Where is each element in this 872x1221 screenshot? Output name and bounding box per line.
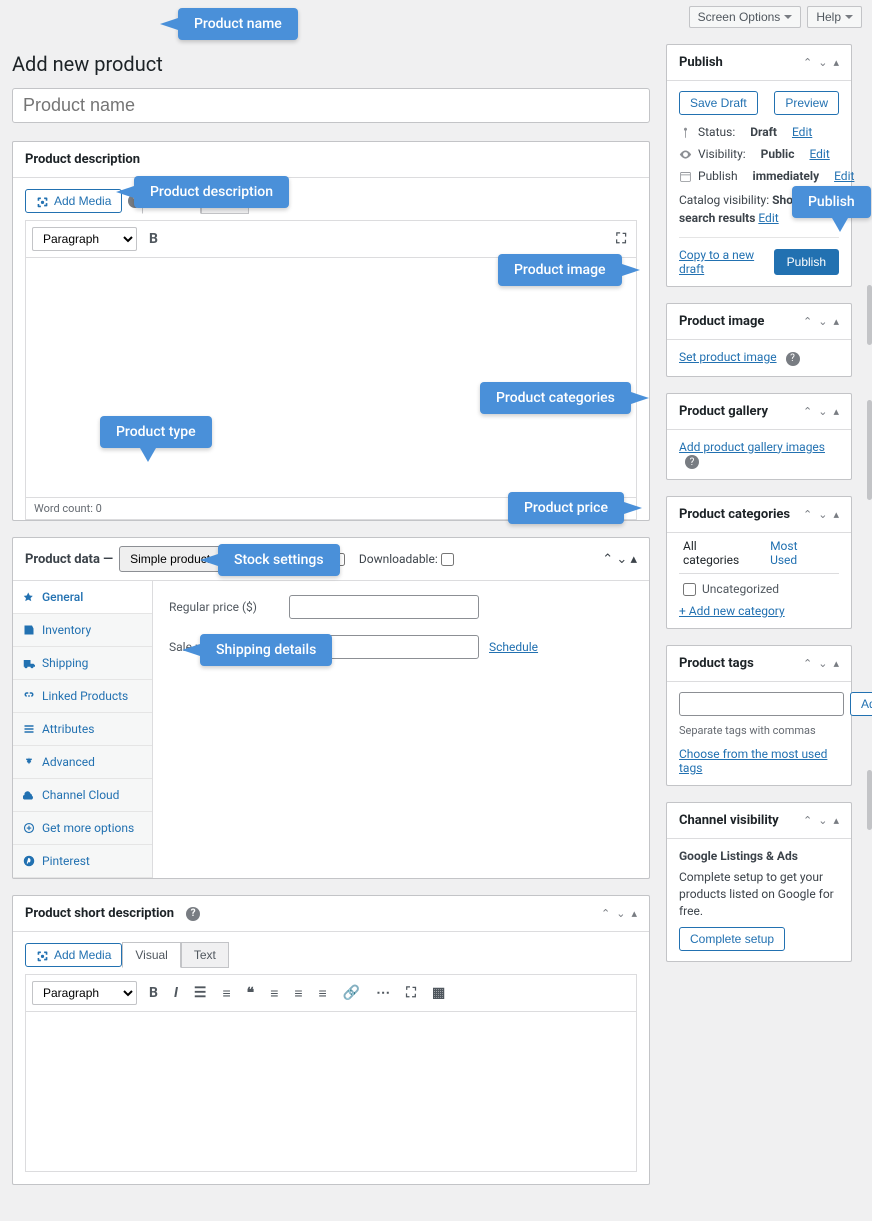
tags-title: Product tags: [679, 656, 754, 671]
choose-tags-link[interactable]: Choose from the most used tags: [679, 747, 827, 775]
visual-tab-short[interactable]: Visual: [122, 942, 180, 968]
list-icon[interactable]: ☰: [190, 983, 211, 1003]
tab-channel-cloud[interactable]: Channel Cloud: [13, 779, 152, 812]
downloadable-checkbox[interactable]: [441, 553, 454, 566]
tag-input[interactable]: [679, 692, 844, 716]
help-icon[interactable]: ?: [786, 352, 800, 366]
tag-hint: Separate tags with commas: [679, 724, 839, 737]
panel-controls[interactable]: ⌃⌄▴: [803, 657, 839, 670]
scrollbar[interactable]: [867, 770, 872, 830]
edit-catalog-link[interactable]: Edit: [758, 211, 778, 225]
help-icon[interactable]: ?: [128, 194, 142, 208]
panel-controls[interactable]: ⌃⌄▴: [803, 814, 839, 827]
bold-icon[interactable]: B: [145, 983, 162, 1003]
channel-text: Complete setup to get your products list…: [679, 869, 839, 919]
category-uncategorized[interactable]: Uncategorized: [683, 582, 835, 596]
image-title: Product image: [679, 314, 764, 329]
help-icon[interactable]: ?: [685, 455, 699, 469]
sale-price-input[interactable]: [289, 635, 479, 659]
publish-title: Publish: [679, 55, 723, 70]
add-gallery-link[interactable]: Add product gallery images: [679, 440, 825, 454]
product-type-select[interactable]: Simple product: [119, 546, 259, 572]
edit-status-link[interactable]: Edit: [792, 125, 812, 139]
align-right-icon[interactable]: ≡: [315, 983, 331, 1004]
scrollbar[interactable]: [867, 285, 872, 345]
scrollbar[interactable]: [867, 400, 872, 500]
fullscreen-icon[interactable]: ⛶: [402, 983, 420, 1003]
set-product-image-link[interactable]: Set product image: [679, 350, 777, 364]
toolbar-toggle-icon[interactable]: ▦: [428, 983, 449, 1003]
paragraph-select-short[interactable]: Paragraph: [32, 981, 137, 1005]
add-media-button[interactable]: Add Media: [25, 189, 122, 213]
expand-icon[interactable]: ⛶: [612, 229, 630, 249]
add-media-button-short[interactable]: Add Media: [25, 943, 122, 967]
panel-controls[interactable]: ⌃ ⌄ ▴: [602, 552, 637, 567]
copy-draft-link[interactable]: Copy to a new draft: [679, 248, 774, 276]
page-title: Add new product: [12, 52, 650, 76]
product-name-input[interactable]: [12, 88, 650, 123]
description-title: Product description: [25, 152, 140, 167]
panel-controls[interactable]: ⌃⌄▴: [803, 508, 839, 521]
schedule-link[interactable]: Schedule: [489, 640, 538, 654]
visual-tab[interactable]: Visual: [142, 188, 200, 214]
bold-icon[interactable]: B: [145, 229, 162, 249]
align-left-icon[interactable]: ≡: [266, 983, 282, 1004]
virtual-checkbox-label[interactable]: Virtual:: [291, 552, 345, 566]
italic-icon[interactable]: I: [170, 983, 182, 1003]
word-count: Word count: 0: [25, 498, 637, 520]
sale-price-label: Sale price ($): [169, 640, 279, 654]
screen-options-button[interactable]: Screen Options: [689, 6, 802, 28]
panel-controls[interactable]: ⌃⌄▴: [803, 56, 839, 69]
tab-get-more[interactable]: Get more options: [13, 812, 152, 845]
downloadable-checkbox-label[interactable]: Downloadable:: [359, 552, 454, 566]
edit-visibility-link[interactable]: Edit: [809, 147, 829, 161]
tab-inventory[interactable]: Inventory: [13, 614, 152, 647]
tab-shipping[interactable]: Shipping: [13, 647, 152, 680]
tab-pinterest[interactable]: Pinterest: [13, 845, 152, 878]
description-editor[interactable]: [25, 258, 637, 498]
all-categories-tab[interactable]: All categories: [679, 533, 754, 573]
help-icon[interactable]: ?: [186, 907, 200, 921]
text-tab-short[interactable]: Text: [181, 942, 229, 968]
regular-price-label: Regular price ($): [169, 600, 279, 614]
most-used-tab[interactable]: Most Used: [766, 533, 827, 573]
quote-icon[interactable]: ❝: [243, 983, 259, 1003]
categories-title: Product categories: [679, 507, 790, 522]
add-tag-button[interactable]: Add: [850, 692, 872, 716]
status-row: Status: Draft Edit: [679, 125, 839, 139]
gallery-title: Product gallery: [679, 404, 768, 419]
short-desc-title: Product short description?: [25, 906, 200, 921]
tab-attributes[interactable]: Attributes: [13, 713, 152, 746]
complete-setup-button[interactable]: Complete setup: [679, 927, 785, 951]
tab-linked-products[interactable]: Linked Products: [13, 680, 152, 713]
text-tab[interactable]: Text: [201, 188, 249, 214]
edit-date-link[interactable]: Edit: [834, 169, 854, 183]
product-data-label: Product data —: [25, 552, 113, 567]
panel-controls[interactable]: ⌃⌄▴: [601, 907, 637, 920]
tab-general[interactable]: General: [13, 581, 152, 614]
more-icon[interactable]: ⋯: [372, 983, 394, 1003]
help-button[interactable]: Help: [807, 6, 862, 28]
panel-controls[interactable]: ⌃⌄▴: [803, 405, 839, 418]
link-icon[interactable]: 🔗: [339, 983, 364, 1003]
short-description-editor[interactable]: [25, 1012, 637, 1172]
channel-title: Channel visibility: [679, 813, 779, 828]
publish-date-row: Publish immediately Edit: [679, 169, 839, 183]
visibility-row: Visibility: Public Edit: [679, 147, 839, 161]
channel-heading: Google Listings & Ads: [679, 849, 839, 863]
panel-controls[interactable]: ⌃⌄▴: [803, 315, 839, 328]
preview-button[interactable]: Preview: [774, 91, 839, 115]
product-data-tabs: General Inventory Shipping Linked Produc…: [13, 581, 153, 878]
add-category-link[interactable]: + Add new category: [679, 604, 785, 618]
tab-advanced[interactable]: Advanced: [13, 746, 152, 779]
virtual-checkbox[interactable]: [332, 553, 345, 566]
publish-button[interactable]: Publish: [774, 249, 839, 275]
help-icon[interactable]: ?: [271, 552, 285, 566]
align-center-icon[interactable]: ≡: [290, 983, 306, 1004]
numlist-icon[interactable]: ≡: [218, 983, 234, 1004]
paragraph-select[interactable]: Paragraph: [32, 227, 137, 251]
save-draft-button[interactable]: Save Draft: [679, 91, 758, 115]
regular-price-input[interactable]: [289, 595, 479, 619]
